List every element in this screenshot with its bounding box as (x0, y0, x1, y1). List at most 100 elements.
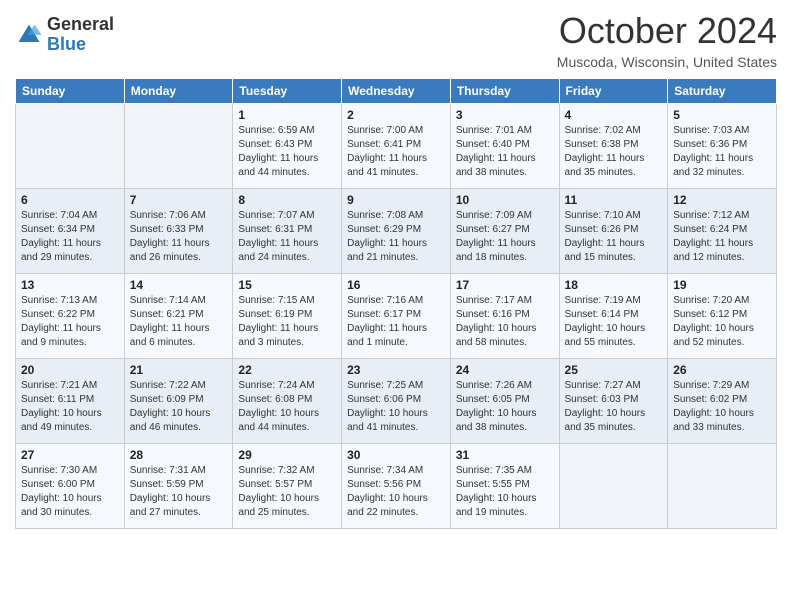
day-info: Sunrise: 7:04 AMSunset: 6:34 PMDaylight:… (21, 209, 119, 265)
calendar-cell: 20 Sunrise: 7:21 AMSunset: 6:11 PMDayligh… (16, 359, 125, 444)
day-number: 4 (565, 108, 663, 122)
calendar-cell (124, 104, 233, 189)
day-number: 27 (21, 448, 119, 462)
week-row-1: 6 Sunrise: 7:04 AMSunset: 6:34 PMDaylight… (16, 189, 777, 274)
day-info: Sunrise: 7:20 AMSunset: 6:12 PMDaylight:… (673, 294, 771, 350)
header-day-wednesday: Wednesday (342, 79, 451, 104)
day-info: Sunrise: 7:30 AMSunset: 6:00 PMDaylight:… (21, 464, 119, 520)
day-number: 22 (238, 363, 336, 377)
day-number: 21 (130, 363, 228, 377)
day-info: Sunrise: 7:17 AMSunset: 6:16 PMDaylight:… (456, 294, 554, 350)
week-row-2: 13Sunrise: 7:13 AMSunset: 6:22 PMDayligh… (16, 274, 777, 359)
day-info: Sunrise: 7:35 AMSunset: 5:55 PMDaylight:… (456, 464, 554, 520)
calendar-cell: 30 Sunrise: 7:34 AMSunset: 5:56 PMDayligh… (342, 444, 451, 529)
calendar-cell: 13Sunrise: 7:13 AMSunset: 6:22 PMDayligh… (16, 274, 125, 359)
calendar-cell: 12 Sunrise: 7:12 AMSunset: 6:24 PMDayligh… (668, 189, 777, 274)
calendar-cell: 2 Sunrise: 7:00 AMSunset: 6:41 PMDaylight… (342, 104, 451, 189)
day-info: Sunrise: 7:27 AMSunset: 6:03 PMDaylight:… (565, 379, 663, 435)
calendar-cell: 16 Sunrise: 7:16 AMSunset: 6:17 PMDayligh… (342, 274, 451, 359)
day-number: 5 (673, 108, 771, 122)
day-info: Sunrise: 7:07 AMSunset: 6:31 PMDaylight:… (238, 209, 336, 265)
day-number: 15 (238, 278, 336, 292)
day-info: Sunrise: 7:13 AMSunset: 6:22 PMDaylight:… (21, 294, 119, 350)
day-number: 10 (456, 193, 554, 207)
month-title: October 2024 (557, 10, 777, 52)
day-number: 7 (130, 193, 228, 207)
day-number: 24 (456, 363, 554, 377)
day-number: 31 (456, 448, 554, 462)
calendar-cell (559, 444, 668, 529)
calendar-cell: 18 Sunrise: 7:19 AMSunset: 6:14 PMDayligh… (559, 274, 668, 359)
day-number: 20 (21, 363, 119, 377)
calendar-cell: 25 Sunrise: 7:27 AMSunset: 6:03 PMDayligh… (559, 359, 668, 444)
day-info: Sunrise: 7:21 AMSunset: 6:11 PMDaylight:… (21, 379, 119, 435)
calendar-cell: 10 Sunrise: 7:09 AMSunset: 6:27 PMDayligh… (450, 189, 559, 274)
calendar-cell: 11 Sunrise: 7:10 AMSunset: 6:26 PMDayligh… (559, 189, 668, 274)
day-info: Sunrise: 7:34 AMSunset: 5:56 PMDaylight:… (347, 464, 445, 520)
calendar-cell: 8 Sunrise: 7:07 AMSunset: 6:31 PMDaylight… (233, 189, 342, 274)
day-number: 25 (565, 363, 663, 377)
calendar-cell (16, 104, 125, 189)
calendar-cell: 26Sunrise: 7:29 AMSunset: 6:02 PMDayligh… (668, 359, 777, 444)
day-info: Sunrise: 7:19 AMSunset: 6:14 PMDaylight:… (565, 294, 663, 350)
calendar-cell: 9Sunrise: 7:08 AMSunset: 6:29 PMDaylight… (342, 189, 451, 274)
day-info: Sunrise: 7:06 AMSunset: 6:33 PMDaylight:… (130, 209, 228, 265)
header-day-monday: Monday (124, 79, 233, 104)
calendar-cell: 21 Sunrise: 7:22 AMSunset: 6:09 PMDayligh… (124, 359, 233, 444)
day-number: 23 (347, 363, 445, 377)
week-row-4: 27 Sunrise: 7:30 AMSunset: 6:00 PMDayligh… (16, 444, 777, 529)
day-info: Sunrise: 7:22 AMSunset: 6:09 PMDaylight:… (130, 379, 228, 435)
day-number: 30 (347, 448, 445, 462)
day-info: Sunrise: 7:15 AMSunset: 6:19 PMDaylight:… (238, 294, 336, 350)
day-info: Sunrise: 7:26 AMSunset: 6:05 PMDaylight:… (456, 379, 554, 435)
day-number: 18 (565, 278, 663, 292)
calendar-cell: 6 Sunrise: 7:04 AMSunset: 6:34 PMDaylight… (16, 189, 125, 274)
logo-general-text: General (47, 15, 114, 35)
location: Muscoda, Wisconsin, United States (557, 54, 777, 70)
calendar-cell: 5 Sunrise: 7:03 AMSunset: 6:36 PMDaylight… (668, 104, 777, 189)
header-day-thursday: Thursday (450, 79, 559, 104)
day-info: Sunrise: 7:16 AMSunset: 6:17 PMDaylight:… (347, 294, 445, 350)
day-info: Sunrise: 7:31 AMSunset: 5:59 PMDaylight:… (130, 464, 228, 520)
header-row: SundayMondayTuesdayWednesdayThursdayFrid… (16, 79, 777, 104)
day-number: 2 (347, 108, 445, 122)
calendar-cell: 7 Sunrise: 7:06 AMSunset: 6:33 PMDaylight… (124, 189, 233, 274)
day-info: Sunrise: 7:00 AMSunset: 6:41 PMDaylight:… (347, 124, 445, 180)
calendar-cell: 27 Sunrise: 7:30 AMSunset: 6:00 PMDayligh… (16, 444, 125, 529)
calendar-cell: 19 Sunrise: 7:20 AMSunset: 6:12 PMDayligh… (668, 274, 777, 359)
header-day-tuesday: Tuesday (233, 79, 342, 104)
logo-text: General Blue (47, 15, 114, 55)
day-info: Sunrise: 7:01 AMSunset: 6:40 PMDaylight:… (456, 124, 554, 180)
day-info: Sunrise: 7:25 AMSunset: 6:06 PMDaylight:… (347, 379, 445, 435)
day-info: Sunrise: 7:10 AMSunset: 6:26 PMDaylight:… (565, 209, 663, 265)
calendar-header: SundayMondayTuesdayWednesdayThursdayFrid… (16, 79, 777, 104)
day-info: Sunrise: 7:32 AMSunset: 5:57 PMDaylight:… (238, 464, 336, 520)
calendar-table: SundayMondayTuesdayWednesdayThursdayFrid… (15, 78, 777, 529)
day-number: 12 (673, 193, 771, 207)
calendar-cell: 28Sunrise: 7:31 AMSunset: 5:59 PMDayligh… (124, 444, 233, 529)
day-info: Sunrise: 6:59 AMSunset: 6:43 PMDaylight:… (238, 124, 336, 180)
day-number: 8 (238, 193, 336, 207)
day-number: 26 (673, 363, 771, 377)
day-info: Sunrise: 7:12 AMSunset: 6:24 PMDaylight:… (673, 209, 771, 265)
logo: General Blue (15, 15, 114, 55)
day-number: 19 (673, 278, 771, 292)
day-number: 1 (238, 108, 336, 122)
calendar-cell: 29Sunrise: 7:32 AMSunset: 5:57 PMDayligh… (233, 444, 342, 529)
day-number: 3 (456, 108, 554, 122)
day-number: 11 (565, 193, 663, 207)
day-number: 17 (456, 278, 554, 292)
day-info: Sunrise: 7:03 AMSunset: 6:36 PMDaylight:… (673, 124, 771, 180)
day-number: 6 (21, 193, 119, 207)
logo-blue-text: Blue (47, 35, 114, 55)
week-row-3: 20 Sunrise: 7:21 AMSunset: 6:11 PMDayligh… (16, 359, 777, 444)
day-info: Sunrise: 7:14 AMSunset: 6:21 PMDaylight:… (130, 294, 228, 350)
logo-icon (15, 21, 43, 49)
day-info: Sunrise: 7:09 AMSunset: 6:27 PMDaylight:… (456, 209, 554, 265)
calendar-cell: 17 Sunrise: 7:17 AMSunset: 6:16 PMDayligh… (450, 274, 559, 359)
day-info: Sunrise: 7:02 AMSunset: 6:38 PMDaylight:… (565, 124, 663, 180)
day-number: 14 (130, 278, 228, 292)
day-number: 16 (347, 278, 445, 292)
calendar-cell: 24 Sunrise: 7:26 AMSunset: 6:05 PMDayligh… (450, 359, 559, 444)
header-day-friday: Friday (559, 79, 668, 104)
